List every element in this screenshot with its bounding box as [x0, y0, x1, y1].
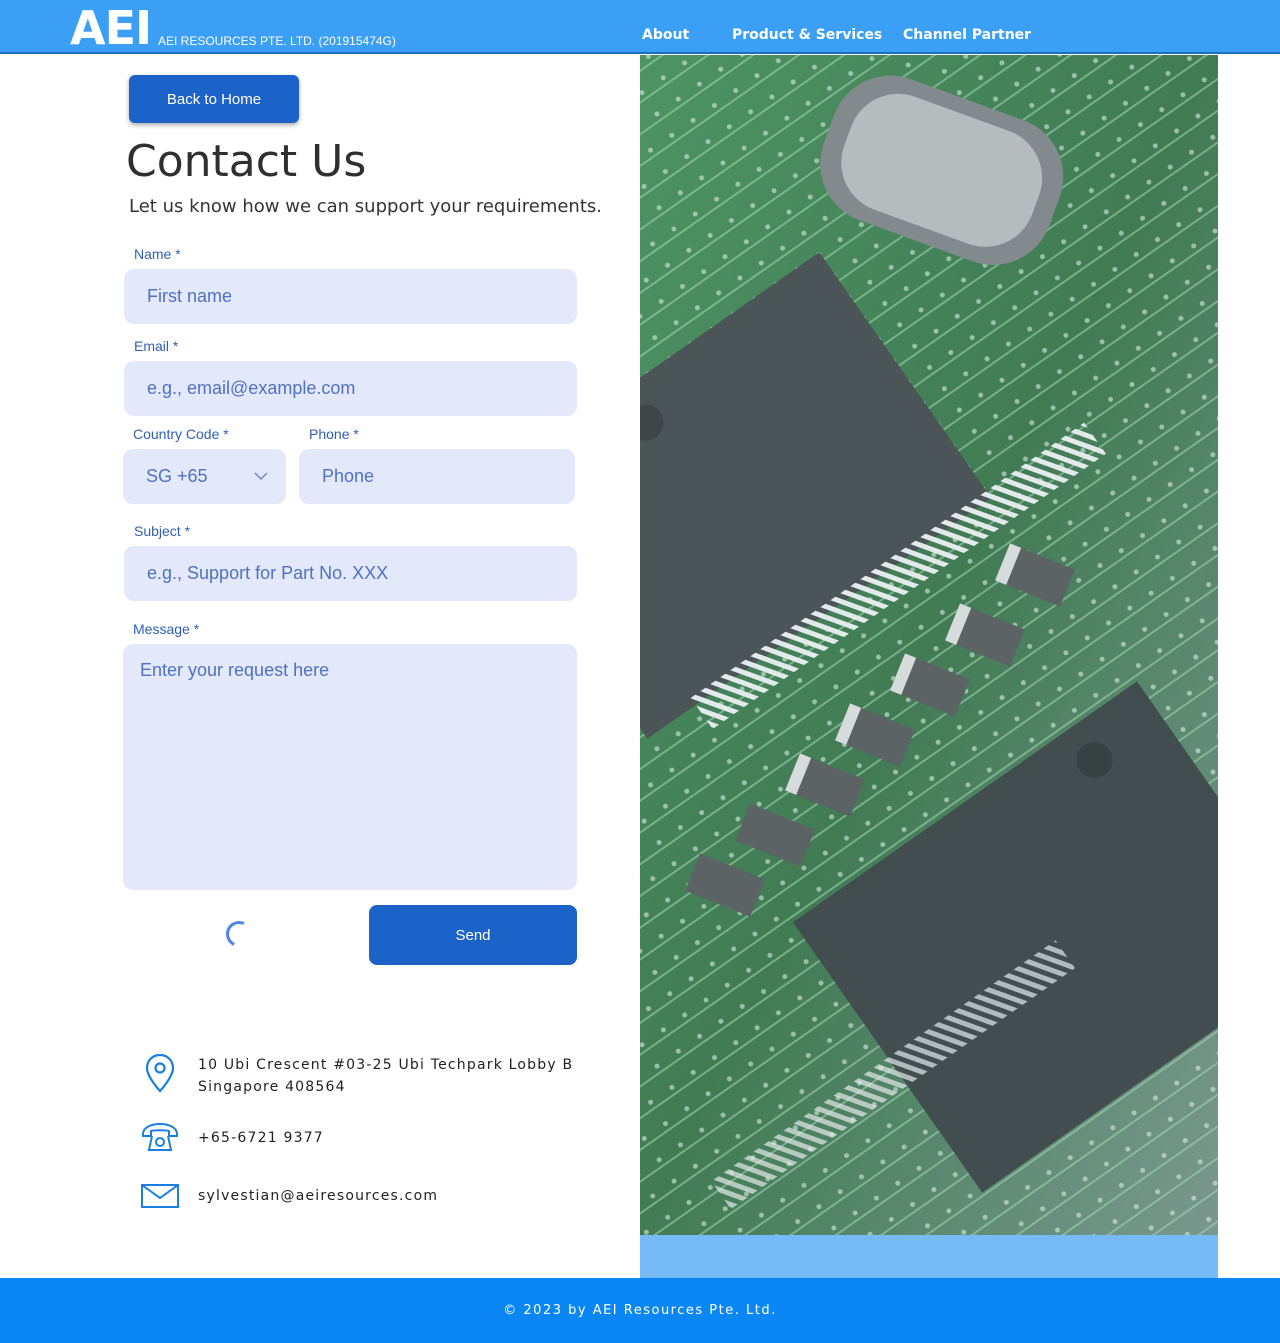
phone-label: Phone * — [309, 426, 359, 442]
name-label: Name * — [134, 246, 181, 262]
loading-spinner-icon — [222, 917, 256, 951]
email-envelope-icon — [141, 1184, 179, 1208]
address-line-1: 10 Ubi Crescent #03-25 Ubi Techpark Lobb… — [198, 1057, 574, 1073]
circuit-board-illustration — [640, 55, 1218, 1235]
image-bottom-band — [640, 1235, 1218, 1278]
location-pin-icon — [145, 1053, 175, 1093]
phone-input[interactable]: Phone — [299, 449, 575, 504]
company-name: AEI RESOURCES PTE. LTD. (201915474G) — [158, 34, 396, 48]
copyright-text: © 2023 by AEI Resources Pte. Ltd. — [503, 1303, 777, 1318]
site-footer: © 2023 by AEI Resources Pte. Ltd. — [0, 1278, 1280, 1343]
country-code-label: Country Code * — [133, 426, 229, 442]
country-code-value: SG +65 — [146, 466, 208, 486]
page-title: Contact Us — [126, 136, 367, 187]
nav-channel-partner[interactable]: Channel Partner — [903, 27, 1031, 43]
address-line-2: Singapore 408564 — [198, 1079, 346, 1095]
subject-input[interactable]: e.g., Support for Part No. XXX — [124, 546, 577, 601]
message-textarea[interactable]: Enter your request here — [123, 644, 577, 890]
send-button[interactable]: Send — [369, 905, 577, 965]
message-label: Message * — [133, 621, 200, 637]
country-code-select[interactable]: SG +65 — [123, 449, 286, 504]
logo[interactable]: AEI — [70, 2, 152, 54]
nav-product-services[interactable]: Product & Services — [732, 27, 882, 43]
phone-number[interactable]: +65-6721 9377 — [198, 1127, 324, 1149]
page-subtitle: Let us know how we can support your requ… — [129, 196, 602, 217]
circuit-board-image — [640, 55, 1218, 1235]
nav-about[interactable]: About — [642, 27, 689, 43]
site-header: AEI AEI RESOURCES PTE. LTD. (201915474G)… — [0, 0, 1280, 54]
name-input[interactable]: First name — [124, 269, 577, 324]
email-label: Email * — [134, 338, 179, 354]
back-to-home-button[interactable]: Back to Home — [129, 75, 299, 123]
telephone-icon — [142, 1122, 178, 1151]
subject-label: Subject * — [134, 523, 191, 539]
email-input[interactable]: e.g., email@example.com — [124, 361, 577, 416]
chevron-down-icon — [254, 472, 268, 481]
email-address[interactable]: sylvestian@aeiresources.com — [198, 1185, 438, 1207]
